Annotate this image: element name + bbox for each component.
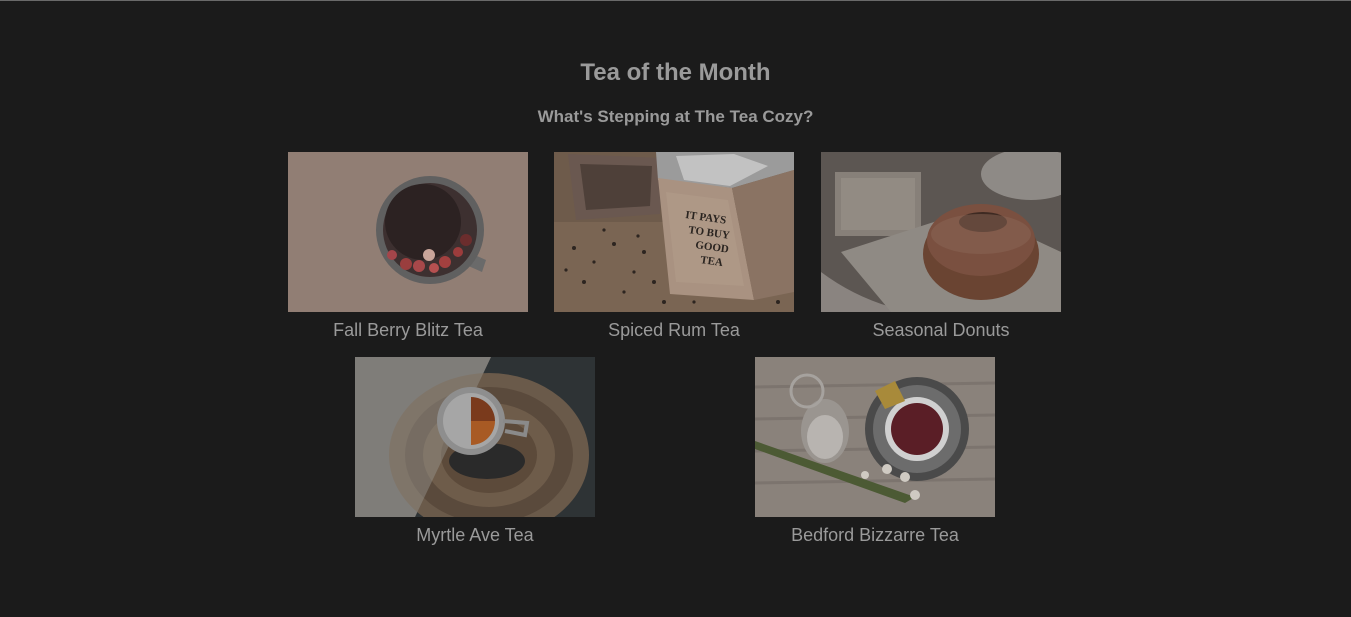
page-title: Tea of the Month bbox=[580, 59, 771, 86]
tea-caption: Myrtle Ave Tea bbox=[416, 525, 534, 545]
fall-berry-blitz-image bbox=[288, 152, 528, 312]
page-subtitle: What's Stepping at The Tea Cozy? bbox=[537, 107, 814, 126]
tea-card-fall-berry-blitz: Fall Berry Blitz Tea bbox=[288, 152, 528, 341]
tea-card-seasonal-donuts: Seasonal Donuts bbox=[821, 152, 1061, 341]
tea-caption: Fall Berry Blitz Tea bbox=[333, 320, 483, 340]
tea-card-bedford-bizzarre: Bedford Bizzarre Tea bbox=[755, 357, 995, 546]
bedford-bizzarre-image bbox=[755, 357, 995, 517]
spiced-rum-image: IT PAYS TO BUY GOOD TEA bbox=[554, 152, 794, 312]
tea-caption: Spiced Rum Tea bbox=[608, 320, 740, 340]
tea-of-the-month-page: Tea of the Month What's Stepping at The … bbox=[0, 0, 1351, 617]
tea-card-myrtle-ave: Myrtle Ave Tea bbox=[355, 357, 595, 546]
seasonal-donuts-image bbox=[821, 152, 1061, 312]
tea-card-spiced-rum: IT PAYS TO BUY GOOD TEA Spiced Rum Tea bbox=[554, 152, 794, 341]
myrtle-ave-image bbox=[355, 357, 595, 517]
tea-caption: Seasonal Donuts bbox=[872, 320, 1010, 340]
tea-caption: Bedford Bizzarre Tea bbox=[791, 525, 959, 545]
